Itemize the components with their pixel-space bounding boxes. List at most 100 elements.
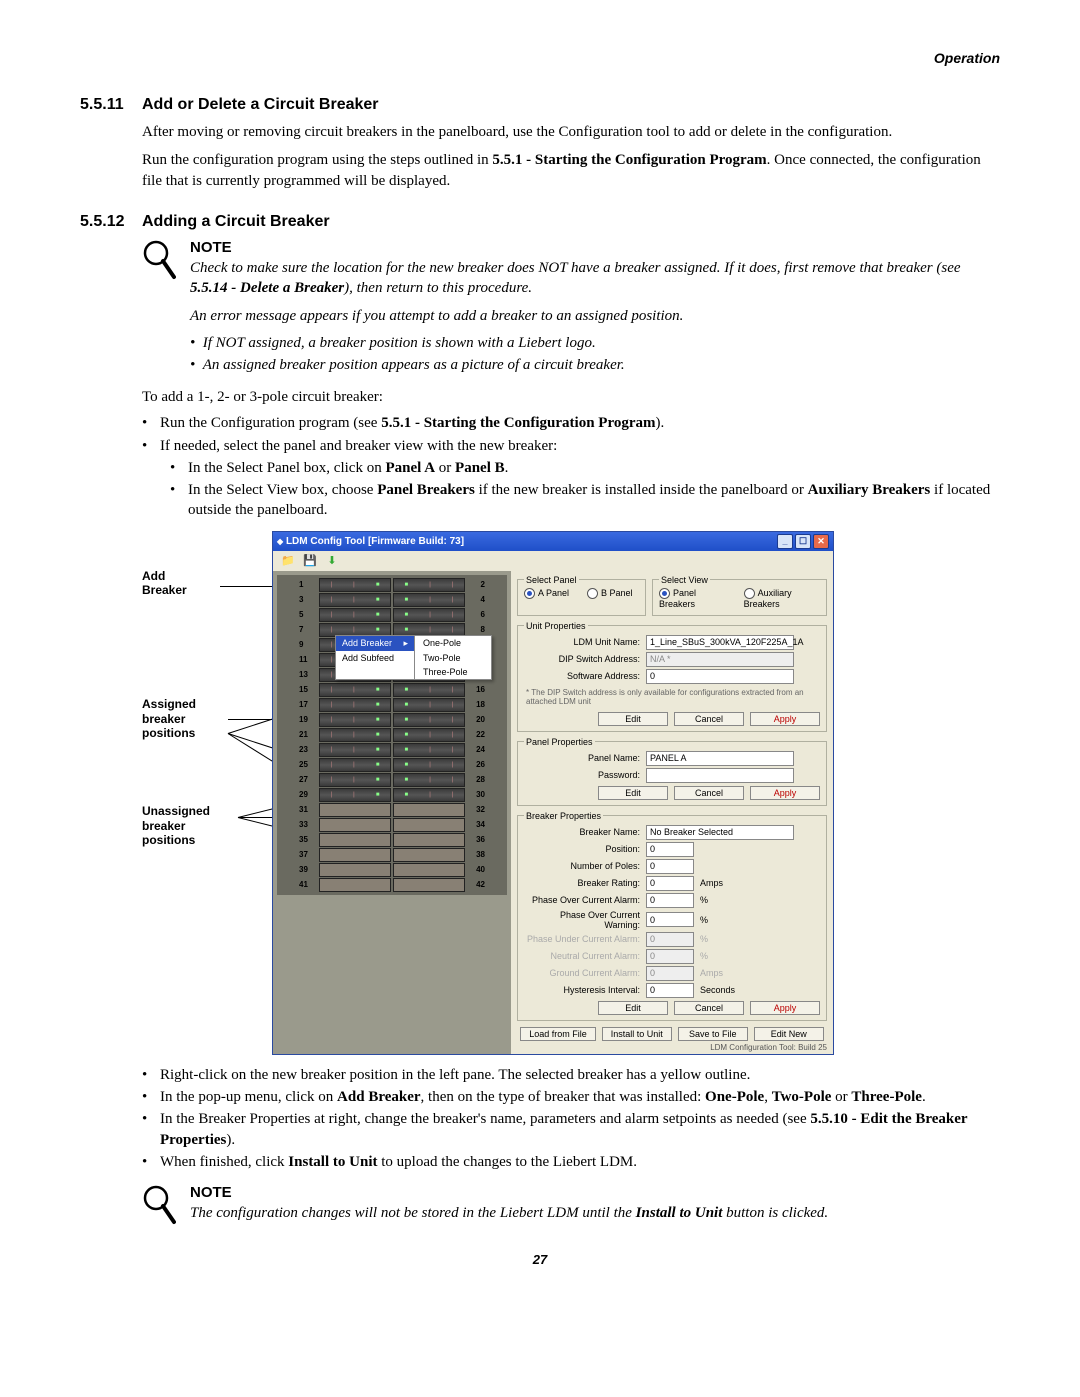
breaker-slot[interactable]	[393, 878, 465, 892]
properties-pane: Select Panel A Panel B Panel Select View…	[511, 571, 833, 1054]
radio-a-panel[interactable]: A Panel	[524, 588, 569, 599]
breaker-slot[interactable]: ■||	[393, 698, 465, 712]
breaker-slot[interactable]: ■||	[393, 758, 465, 772]
breaker-slot[interactable]	[319, 878, 391, 892]
breaker-slot[interactable]: ■||	[393, 728, 465, 742]
cancel-button[interactable]: Cancel	[674, 712, 744, 726]
radio-b-panel[interactable]: B Panel	[587, 588, 633, 599]
toolbar-icon[interactable]: ⬇	[325, 554, 339, 568]
breaker-slot[interactable]	[319, 833, 391, 847]
breaker-slot[interactable]: ■||	[393, 743, 465, 757]
breaker-properties-group: Breaker Properties Breaker Name:No Break…	[517, 811, 827, 1021]
menu-add-subfeed[interactable]: Add Subfeed	[336, 651, 415, 665]
menu-add-breaker[interactable]: Add Breaker▸	[336, 636, 415, 651]
toolbar-icon[interactable]: 💾	[303, 554, 317, 568]
breaker-slot[interactable]	[319, 818, 391, 832]
section-5-5-11-heading: 5.5.11Add or Delete a Circuit Breaker	[80, 96, 1000, 114]
list-item: •In the Breaker Properties at right, cha…	[142, 1109, 1000, 1150]
breaker-name-input[interactable]: No Breaker Selected	[646, 825, 794, 840]
hint-text: * The DIP Switch address is only availab…	[524, 686, 820, 709]
software-address-input[interactable]: 0	[646, 669, 794, 684]
radio-aux-breakers[interactable]: Auxiliary Breakers	[744, 588, 820, 609]
edit-button[interactable]: Edit	[598, 712, 668, 726]
hysteresis-input[interactable]: 0	[646, 983, 694, 998]
panel-name-input[interactable]: PANEL A	[646, 751, 794, 766]
list-item: •When finished, click Install to Unit to…	[142, 1152, 1000, 1172]
breaker-slot[interactable]: ■||	[393, 683, 465, 697]
window-titlebar[interactable]: ◆ LDM Config Tool [Firmware Build: 73] _…	[273, 532, 833, 551]
breaker-slot[interactable]: ||■	[319, 788, 391, 802]
breaker-slot[interactable]: ■||	[393, 593, 465, 607]
breaker-slot[interactable]: ■||	[393, 713, 465, 727]
install-to-unit-button[interactable]: Install to Unit	[602, 1027, 672, 1041]
poc-warning-input[interactable]: 0	[646, 912, 694, 927]
page-header: Operation	[80, 50, 1000, 66]
unit-properties-group: Unit Properties LDM Unit Name:1_Line_SBu…	[517, 621, 827, 732]
breaker-slot[interactable]: ■||	[393, 608, 465, 622]
breaker-slot[interactable]: ■||	[393, 773, 465, 787]
breaker-slot[interactable]: ||■	[319, 758, 391, 772]
note-bullet: • If NOT assigned, a breaker position is…	[190, 333, 1000, 353]
breaker-slot[interactable]: ||■	[319, 608, 391, 622]
note-text: An error message appears if you attempt …	[190, 306, 1000, 326]
breaker-slot[interactable]: ■||	[393, 788, 465, 802]
breaker-panel-pane[interactable]: 1||■■||23||■■||45||■■||67||■■||89||■■||1…	[273, 571, 511, 1054]
panel-properties-group: Panel Properties Panel Name:PANEL A Pass…	[517, 737, 827, 806]
list-item: •Run the Configuration program (see 5.5.…	[142, 413, 1000, 433]
position-input[interactable]: 0	[646, 842, 694, 857]
edit-new-button[interactable]: Edit New	[754, 1027, 824, 1041]
paragraph: To add a 1-, 2- or 3-pole circuit breake…	[142, 387, 1000, 407]
page-number: 27	[80, 1252, 1000, 1267]
select-view-group: Select View Panel Breakers Auxiliary Bre…	[652, 575, 827, 616]
dip-address-input: N/A *	[646, 652, 794, 667]
breaker-slot[interactable]: ||■	[319, 728, 391, 742]
rating-input[interactable]: 0	[646, 876, 694, 891]
list-item: •In the pop-up menu, click on Add Breake…	[142, 1087, 1000, 1107]
cancel-button[interactable]: Cancel	[674, 1001, 744, 1015]
breaker-slot[interactable]: ||■	[319, 578, 391, 592]
section-title: Add or Delete a Circuit Breaker	[142, 96, 379, 113]
breaker-slot[interactable]	[393, 833, 465, 847]
breaker-slot[interactable]: ■||	[393, 578, 465, 592]
breaker-slot[interactable]: ||■	[319, 743, 391, 757]
apply-button[interactable]: Apply	[750, 712, 820, 726]
toolbar: 📁 💾 ⬇	[273, 551, 833, 571]
toolbar-icon[interactable]: 📁	[281, 554, 295, 568]
app-footer: LDM Configuration Tool: Build 25	[517, 1043, 827, 1052]
breaker-slot[interactable]	[393, 863, 465, 877]
breaker-slot[interactable]: ||■	[319, 773, 391, 787]
close-button[interactable]: ✕	[813, 534, 829, 549]
maximize-button[interactable]: ☐	[795, 534, 811, 549]
breaker-slot[interactable]	[393, 848, 465, 862]
figure-label-add: Add Breaker	[142, 569, 272, 598]
menu-one-pole[interactable]: One-Pole	[415, 636, 491, 651]
edit-button[interactable]: Edit	[598, 786, 668, 800]
breaker-slot[interactable]	[393, 803, 465, 817]
poc-alarm-input[interactable]: 0	[646, 893, 694, 908]
apply-button[interactable]: Apply	[750, 1001, 820, 1015]
breaker-slot[interactable]	[319, 848, 391, 862]
ldm-name-input[interactable]: 1_Line_SBuS_300kVA_120F225A_1A	[646, 635, 794, 650]
cancel-button[interactable]: Cancel	[674, 786, 744, 800]
breaker-slot[interactable]	[319, 803, 391, 817]
apply-button[interactable]: Apply	[750, 786, 820, 800]
breaker-slot[interactable]	[393, 818, 465, 832]
save-to-file-button[interactable]: Save to File	[678, 1027, 748, 1041]
poles-input[interactable]: 0	[646, 859, 694, 874]
minimize-button[interactable]: _	[777, 534, 793, 549]
breaker-slot[interactable]: ||■	[319, 593, 391, 607]
menu-two-pole[interactable]: Two-Pole	[415, 651, 491, 665]
ground-alarm-input: 0	[646, 966, 694, 981]
edit-button[interactable]: Edit	[598, 1001, 668, 1015]
load-from-file-button[interactable]: Load from File	[520, 1027, 596, 1041]
list-item: •Right-click on the new breaker position…	[142, 1065, 1000, 1085]
breaker-slot[interactable]: ||■	[319, 713, 391, 727]
radio-panel-breakers[interactable]: Panel Breakers	[659, 588, 726, 609]
breaker-slot[interactable]: ||■	[319, 698, 391, 712]
note-block: NOTE The configuration changes will not …	[142, 1184, 1000, 1226]
password-input[interactable]	[646, 768, 794, 783]
note-text: The configuration changes will not be st…	[190, 1203, 1000, 1223]
menu-three-pole[interactable]: Three-Pole	[415, 665, 491, 679]
breaker-slot[interactable]	[319, 863, 391, 877]
breaker-slot[interactable]: ||■	[319, 683, 391, 697]
